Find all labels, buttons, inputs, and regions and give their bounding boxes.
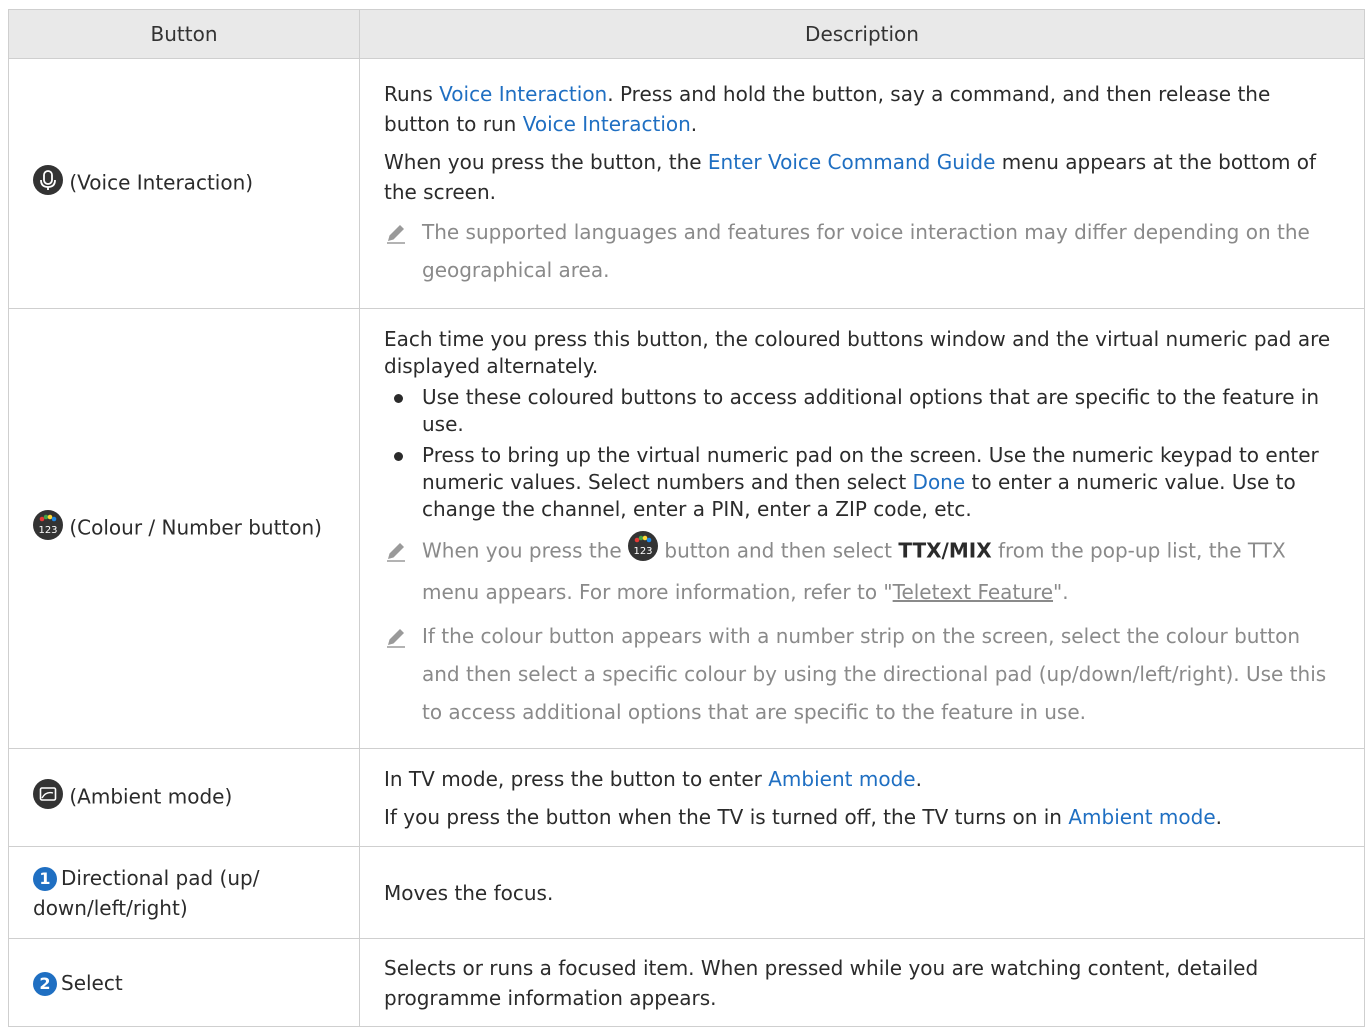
button-label: (Ambient mode) (69, 784, 233, 808)
number-badge: 1 (33, 867, 57, 891)
table-row: 2 Select Selects or runs a focused item. … (8, 938, 1365, 1027)
button-cell: (Ambient mode) (8, 748, 360, 847)
description-text: If you press the button when the TV is t… (384, 804, 1223, 829)
button-label: (Colour / Number button) (69, 515, 322, 539)
ttx-mix-label: TTX/MIX (898, 538, 992, 563)
note-text: When you press the 123 button and then s… (384, 531, 1340, 611)
table-row: (Ambient mode) In TV mode, press the but… (8, 748, 1365, 847)
table-row: (Voice Interaction) Runs Voice Interacti… (8, 58, 1365, 309)
pencil-note-icon (384, 625, 408, 649)
description-cell: Selects or runs a focused item. When pre… (359, 938, 1365, 1027)
ambient-mode-link: Ambient mode (1068, 804, 1216, 829)
button-cell: 2 Select (8, 938, 360, 1027)
colour-number-icon: 123 (33, 509, 63, 548)
remote-buttons-table: Button Description (Voice Interaction) R… (8, 9, 1365, 1027)
bullet-list: Use these coloured buttons to access add… (384, 384, 1340, 523)
header-button: Button (8, 9, 360, 59)
svg-text:123: 123 (38, 525, 57, 536)
ambient-mode-link: Ambient mode (768, 766, 916, 791)
description-text: When you press the button, the Enter Voi… (384, 149, 1317, 204)
table-header-row: Button Description (8, 9, 1365, 59)
note-text: The supported languages and features for… (384, 213, 1340, 289)
header-description: Description (359, 9, 1365, 59)
description-text: Moves the focus. (384, 880, 554, 905)
table-row: 123 (Colour / Number button) Each time y… (8, 308, 1365, 749)
teletext-feature-link[interactable]: Teletext Feature (893, 580, 1053, 604)
svg-text:123: 123 (634, 546, 653, 557)
button-label: Select (61, 970, 123, 995)
voice-interaction-link: Voice Interaction (439, 81, 608, 106)
description-cell: Moves the focus. (359, 846, 1365, 939)
number-badge: 2 (33, 972, 57, 996)
note-text: If the colour button appears with a numb… (384, 617, 1340, 731)
list-item: Use these coloured buttons to access add… (384, 384, 1340, 438)
description-cell: In TV mode, press the button to enter Am… (359, 748, 1365, 847)
description-text: In TV mode, press the button to enter Am… (384, 766, 922, 791)
ambient-mode-icon (33, 778, 63, 817)
button-cell: (Voice Interaction) (8, 58, 360, 309)
button-cell: 123 (Colour / Number button) (8, 308, 360, 749)
colour-number-icon: 123 (628, 531, 659, 573)
pencil-note-icon (384, 221, 408, 245)
description-cell: Runs Voice Interaction. Press and hold t… (359, 58, 1365, 309)
table-row: 1 Directional pad (up/ down/left/right) M… (8, 846, 1365, 939)
button-cell: 1 Directional pad (up/ down/left/right) (8, 846, 360, 939)
enter-voice-command-guide-link: Enter Voice Command Guide (707, 149, 996, 174)
button-label: Directional pad (up/ down/left/right) (33, 865, 260, 920)
done-label: Done (912, 470, 966, 494)
description-text: Each time you press this button, the col… (384, 327, 1331, 378)
list-item: Press to bring up the virtual numeric pa… (384, 442, 1340, 523)
voice-interaction-link: Voice Interaction (522, 111, 691, 136)
description-text: Runs Voice Interaction. Press and hold t… (384, 81, 1271, 136)
pencil-note-icon (384, 539, 408, 563)
description-text: Selects or runs a focused item. When pre… (384, 955, 1259, 1010)
description-cell: Each time you press this button, the col… (359, 308, 1365, 749)
microphone-icon (33, 164, 63, 203)
button-label: (Voice Interaction) (69, 170, 254, 194)
